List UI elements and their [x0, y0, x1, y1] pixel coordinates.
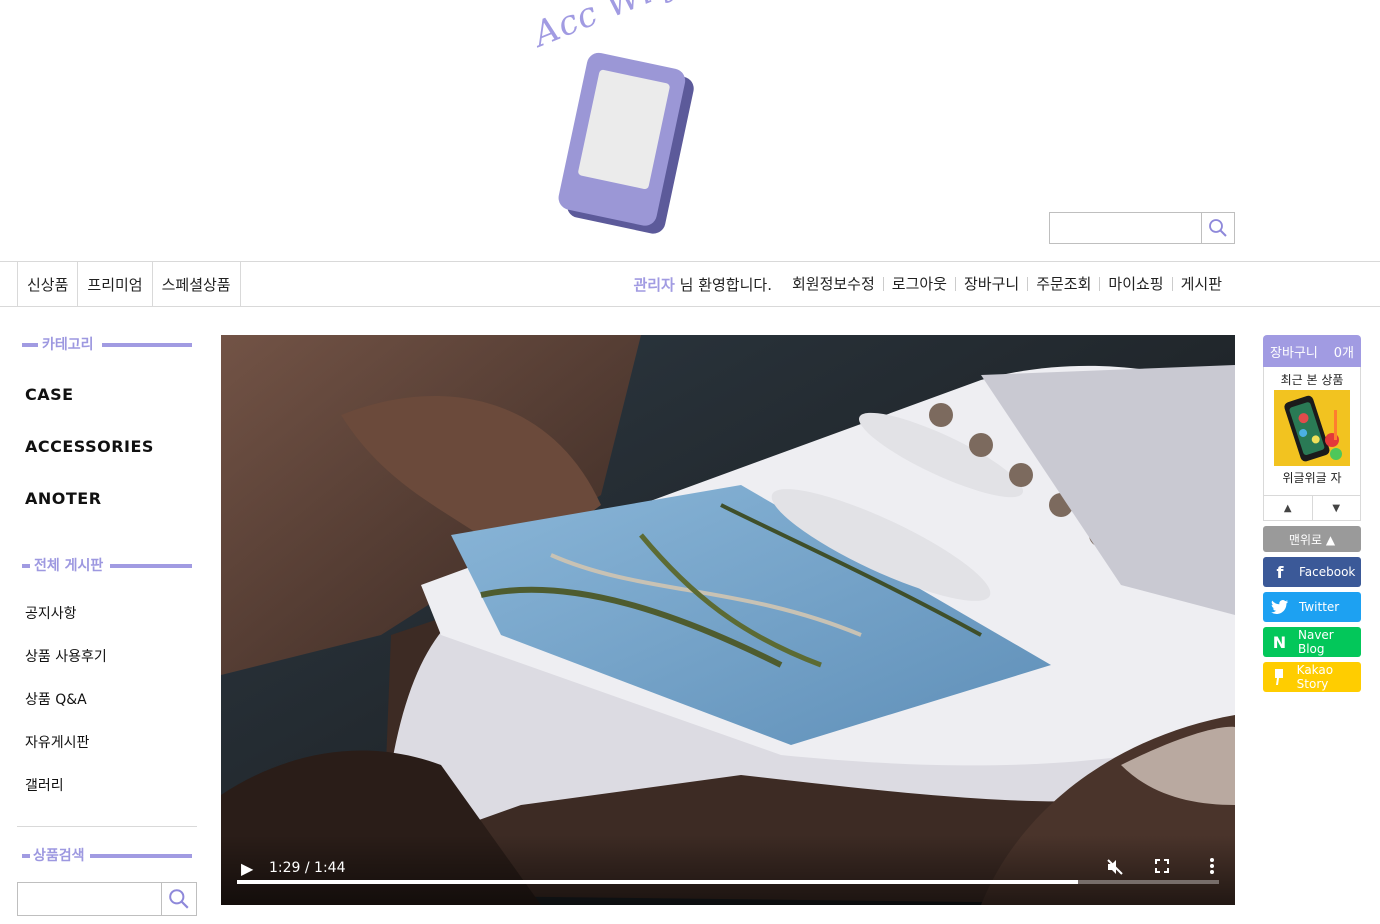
- title-bar: [102, 343, 192, 347]
- link-board[interactable]: 게시판: [1171, 277, 1230, 292]
- recent-products: 최근 본 상품 위글위글 자 ▲ ▼: [1263, 367, 1361, 521]
- recent-prev-icon[interactable]: ▲: [1264, 496, 1313, 520]
- site-logo[interactable]: Acc Witj You: [520, 0, 754, 240]
- title-bar: [110, 564, 192, 568]
- top-search: [1049, 212, 1235, 244]
- board-free[interactable]: 자유게시판: [25, 732, 89, 752]
- facebook-icon: f: [1276, 562, 1284, 582]
- share-kakao-story-button[interactable]: Kakao Story: [1263, 662, 1361, 692]
- quick-cart-count: 0개: [1333, 345, 1354, 361]
- search-icon: [169, 889, 189, 909]
- scroll-to-top-button[interactable]: 맨위로 ▲: [1263, 526, 1361, 552]
- video-player[interactable]: ▶ 1:29 / 1:44: [221, 335, 1235, 905]
- naver-icon: N: [1272, 632, 1287, 652]
- sidebar-search-input[interactable]: [18, 883, 161, 915]
- board-section-title: 전체 게시판: [22, 556, 192, 576]
- link-my-shopping[interactable]: 마이쇼핑: [1099, 277, 1171, 292]
- twitter-icon: [1269, 596, 1291, 618]
- category-accessories[interactable]: ACCESSORIES: [25, 437, 154, 456]
- link-order-lookup[interactable]: 주문조회: [1027, 277, 1099, 292]
- recent-pager: ▲ ▼: [1264, 495, 1360, 520]
- board-reviews[interactable]: 상품 사용후기: [25, 646, 107, 666]
- welcome-username: 관리자: [633, 275, 675, 294]
- link-edit-profile[interactable]: 회원정보수정: [784, 277, 883, 292]
- welcome-message: 님 환영합니다.: [674, 275, 772, 294]
- sidebar-search: [17, 882, 197, 916]
- recent-product-image[interactable]: [1274, 390, 1350, 466]
- nav-new-products[interactable]: 신상품: [17, 262, 77, 306]
- nav-special-products[interactable]: 스페셜상품: [151, 262, 241, 306]
- recent-next-icon[interactable]: ▼: [1313, 496, 1361, 520]
- recent-title: 최근 본 상품: [1280, 373, 1344, 387]
- main-nav: 신상품 프리미엄 스페셜상품 관리자 님 환영합니다. 회원정보수정 로그아웃 …: [0, 261, 1380, 307]
- link-logout[interactable]: 로그아웃: [882, 277, 955, 292]
- link-cart[interactable]: 장바구니: [954, 277, 1027, 292]
- nav-utility: 관리자 님 환영합니다. 회원정보수정 로그아웃 장바구니 주문조회 마이쇼핑 …: [633, 262, 1230, 306]
- nav-premium[interactable]: 프리미엄: [77, 262, 151, 306]
- search-icon: [1209, 219, 1227, 237]
- video-progress-fill: [237, 880, 1078, 884]
- video-progress-bar[interactable]: [237, 880, 1219, 884]
- board-gallery[interactable]: 갤러리: [25, 775, 64, 795]
- quick-cart-label: 장바구니: [1270, 345, 1318, 361]
- title-bar: [22, 854, 30, 858]
- recent-product-name[interactable]: 위글위글 자: [1264, 469, 1360, 486]
- quick-cart-button[interactable]: 장바구니 0개: [1263, 335, 1361, 367]
- share-facebook-button[interactable]: f Facebook: [1263, 557, 1361, 587]
- share-twitter-label: Twitter: [1299, 600, 1340, 614]
- video-controls: ▶ 1:29 / 1:44: [221, 835, 1235, 905]
- top-search-input[interactable]: [1050, 213, 1201, 243]
- sidebar-search-button[interactable]: [161, 883, 196, 915]
- title-bar: [22, 564, 30, 568]
- category-case[interactable]: CASE: [25, 385, 74, 404]
- share-twitter-button[interactable]: Twitter: [1263, 592, 1361, 622]
- kakao-story-icon: [1269, 666, 1289, 688]
- sidebar-divider: [17, 826, 197, 827]
- share-facebook-label: Facebook: [1299, 565, 1356, 579]
- share-naver-label: Naver Blog: [1297, 628, 1334, 656]
- category-title-text: 카테고리: [42, 337, 94, 353]
- share-kakao-label: Kakao Story: [1296, 663, 1334, 691]
- fullscreen-icon[interactable]: [1153, 857, 1171, 879]
- nav-categories: 신상품 프리미엄 스페셜상품: [17, 262, 241, 306]
- category-anoter[interactable]: ANOTER: [25, 489, 102, 508]
- board-title-text: 전체 게시판: [34, 558, 104, 574]
- share-naver-blog-button[interactable]: N Naver Blog: [1263, 627, 1361, 657]
- board-notice[interactable]: 공지사항: [25, 603, 77, 623]
- top-search-button[interactable]: [1201, 213, 1234, 243]
- search-section-title: 상품검색: [22, 846, 192, 866]
- more-options-icon[interactable]: [1209, 857, 1215, 879]
- board-qna[interactable]: 상품 Q&A: [25, 689, 87, 709]
- title-bar: [90, 854, 192, 858]
- mute-icon[interactable]: [1105, 857, 1125, 881]
- video-frame: [221, 335, 1235, 905]
- title-bar: [22, 343, 38, 347]
- search-title-text: 상품검색: [33, 848, 85, 864]
- play-icon[interactable]: ▶: [241, 859, 253, 878]
- category-section-title: 카테고리: [22, 335, 192, 355]
- video-time: 1:29 / 1:44: [269, 860, 346, 876]
